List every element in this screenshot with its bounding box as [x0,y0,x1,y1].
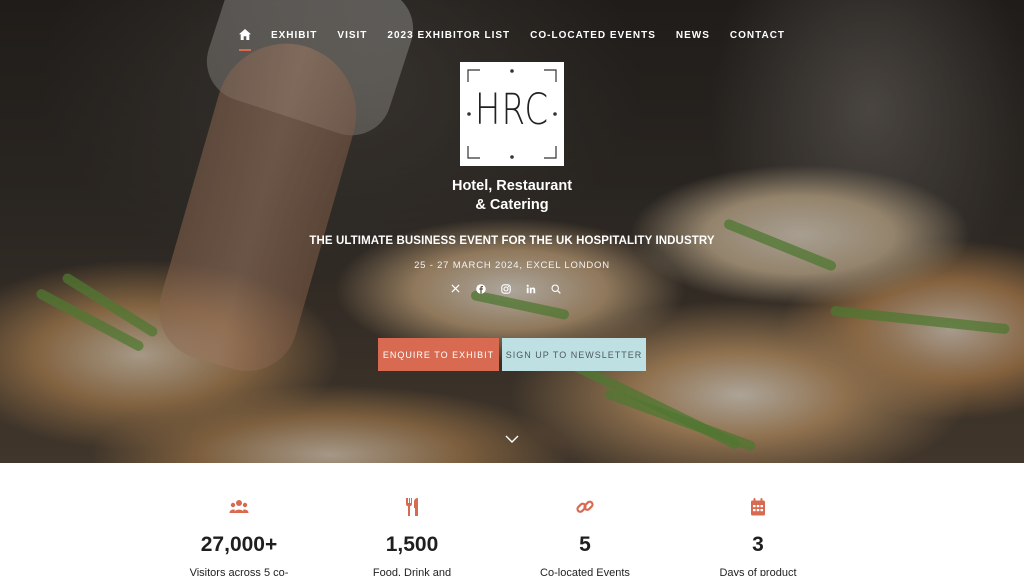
stat-value: 1,500 [385,533,439,556]
hero-tagline: THE ULTIMATE BUSINESS EVENT FOR THE UK H… [309,235,715,247]
logo-wordmark: Hotel, Restaurant & Catering [412,177,612,215]
main-nav: EXHIBIT VISIT 2023 EXHIBITOR LIST CO-LOC… [0,26,1024,51]
event-dates: 25 - 27 MARCH 2024, EXCEL LONDON [414,260,610,271]
nav-home[interactable] [229,26,261,51]
stat-label: Visitors across 5 co- [189,567,289,576]
nav-exhibit[interactable]: EXHIBIT [261,26,327,45]
search-icon[interactable] [549,282,562,295]
nav-contact[interactable]: CONTACT [720,26,795,45]
stat-value: 3 [752,533,764,556]
newsletter-signup-button[interactable]: SIGN UP TO NEWSLETTER [502,338,646,371]
facebook-icon[interactable] [474,282,487,295]
logo-line-1: Hotel, Restaurant [451,178,573,194]
stat-label: Co-located Events [540,567,630,576]
stat-label: Food, Drink and [372,567,452,576]
nav-visit[interactable]: VISIT [327,26,377,45]
hrc-logo[interactable]: HRC [460,62,564,166]
nav-news[interactable]: NEWS [666,26,720,45]
logo-line-2: & Catering [475,197,549,213]
stat-value: 5 [579,533,591,556]
home-icon [238,29,251,40]
nav-co-located-events[interactable]: CO-LOCATED EVENTS [520,26,666,45]
calendar-icon [751,498,765,516]
stat-label: Days of product [719,567,797,576]
hero-section: EXHIBIT VISIT 2023 EXHIBITOR LIST CO-LOC… [0,0,1024,463]
link-icon [576,500,594,513]
linkedin-icon[interactable] [524,282,537,295]
users-icon [229,500,249,513]
social-links [449,282,562,295]
nav-exhibitor-list[interactable]: 2023 EXHIBITOR LIST [377,26,520,45]
chevron-down-icon[interactable] [504,434,520,444]
logo-mark: HRC [474,85,550,135]
x-icon[interactable] [449,282,462,295]
stats-section: 27,000+ Visitors across 5 co- 1,500 Food… [0,463,1024,576]
enquire-to-exhibit-button[interactable]: ENQUIRE TO EXHIBIT [378,338,499,371]
instagram-icon[interactable] [499,282,512,295]
stat-value: 27,000+ [200,533,278,556]
cutlery-icon [406,498,418,516]
